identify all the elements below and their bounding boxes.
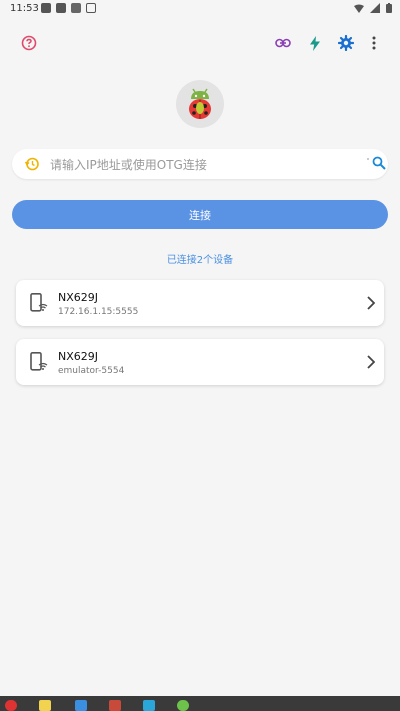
connect-button[interactable]: 连接 [12, 200, 388, 229]
connected-devices-count[interactable]: 已连接2个设备 [0, 251, 400, 266]
link-button[interactable] [272, 32, 294, 54]
signal-icon [370, 3, 380, 13]
help-button[interactable] [18, 32, 40, 54]
separator-dot [367, 158, 369, 160]
notification-icon [71, 3, 81, 13]
search-icon[interactable] [372, 156, 386, 170]
app-icon[interactable] [177, 700, 189, 711]
wifi-icon [354, 4, 364, 13]
gear-icon [338, 35, 354, 51]
connect-button-label: 连接 [189, 208, 211, 222]
device-card[interactable]: NX629J emulator-5554 [16, 339, 384, 385]
device-address: emulator-5554 [58, 366, 125, 376]
more-icon [372, 36, 376, 50]
device-address: 172.16.1.15:5555 [58, 307, 139, 317]
more-options-button[interactable] [363, 32, 385, 54]
settings-button[interactable] [335, 32, 357, 54]
notification-icon [56, 3, 66, 13]
chevron-right-icon [367, 296, 375, 310]
play-app-icon[interactable] [75, 700, 87, 711]
chevron-right-icon [367, 355, 375, 369]
app-icon[interactable] [143, 700, 155, 711]
bolt-icon [310, 35, 320, 51]
search-bar [12, 149, 388, 181]
ladybug-android-logo [189, 88, 211, 119]
help-icon [21, 35, 37, 51]
app-logo [176, 80, 224, 128]
notes-app-icon[interactable] [39, 700, 51, 711]
device-card[interactable]: NX629J 172.16.1.15:5555 [16, 280, 384, 326]
device-name: NX629J [58, 291, 99, 304]
notification-icon [41, 3, 51, 13]
game-app-icon[interactable] [109, 700, 121, 711]
status-bar: 11:53 [0, 0, 400, 18]
ip-address-input[interactable] [48, 149, 352, 181]
device-name: NX629J [58, 350, 99, 363]
battery-icon [386, 3, 392, 13]
bug-icon [86, 3, 96, 13]
phone-wifi-icon [30, 352, 48, 371]
status-time: 11:53 [10, 3, 39, 14]
taskbar [0, 696, 400, 711]
link-icon [275, 38, 291, 48]
history-icon[interactable] [24, 156, 40, 172]
quick-connect-button[interactable] [304, 32, 326, 54]
phone-wifi-icon [30, 293, 48, 312]
chrome-icon[interactable] [5, 700, 17, 711]
